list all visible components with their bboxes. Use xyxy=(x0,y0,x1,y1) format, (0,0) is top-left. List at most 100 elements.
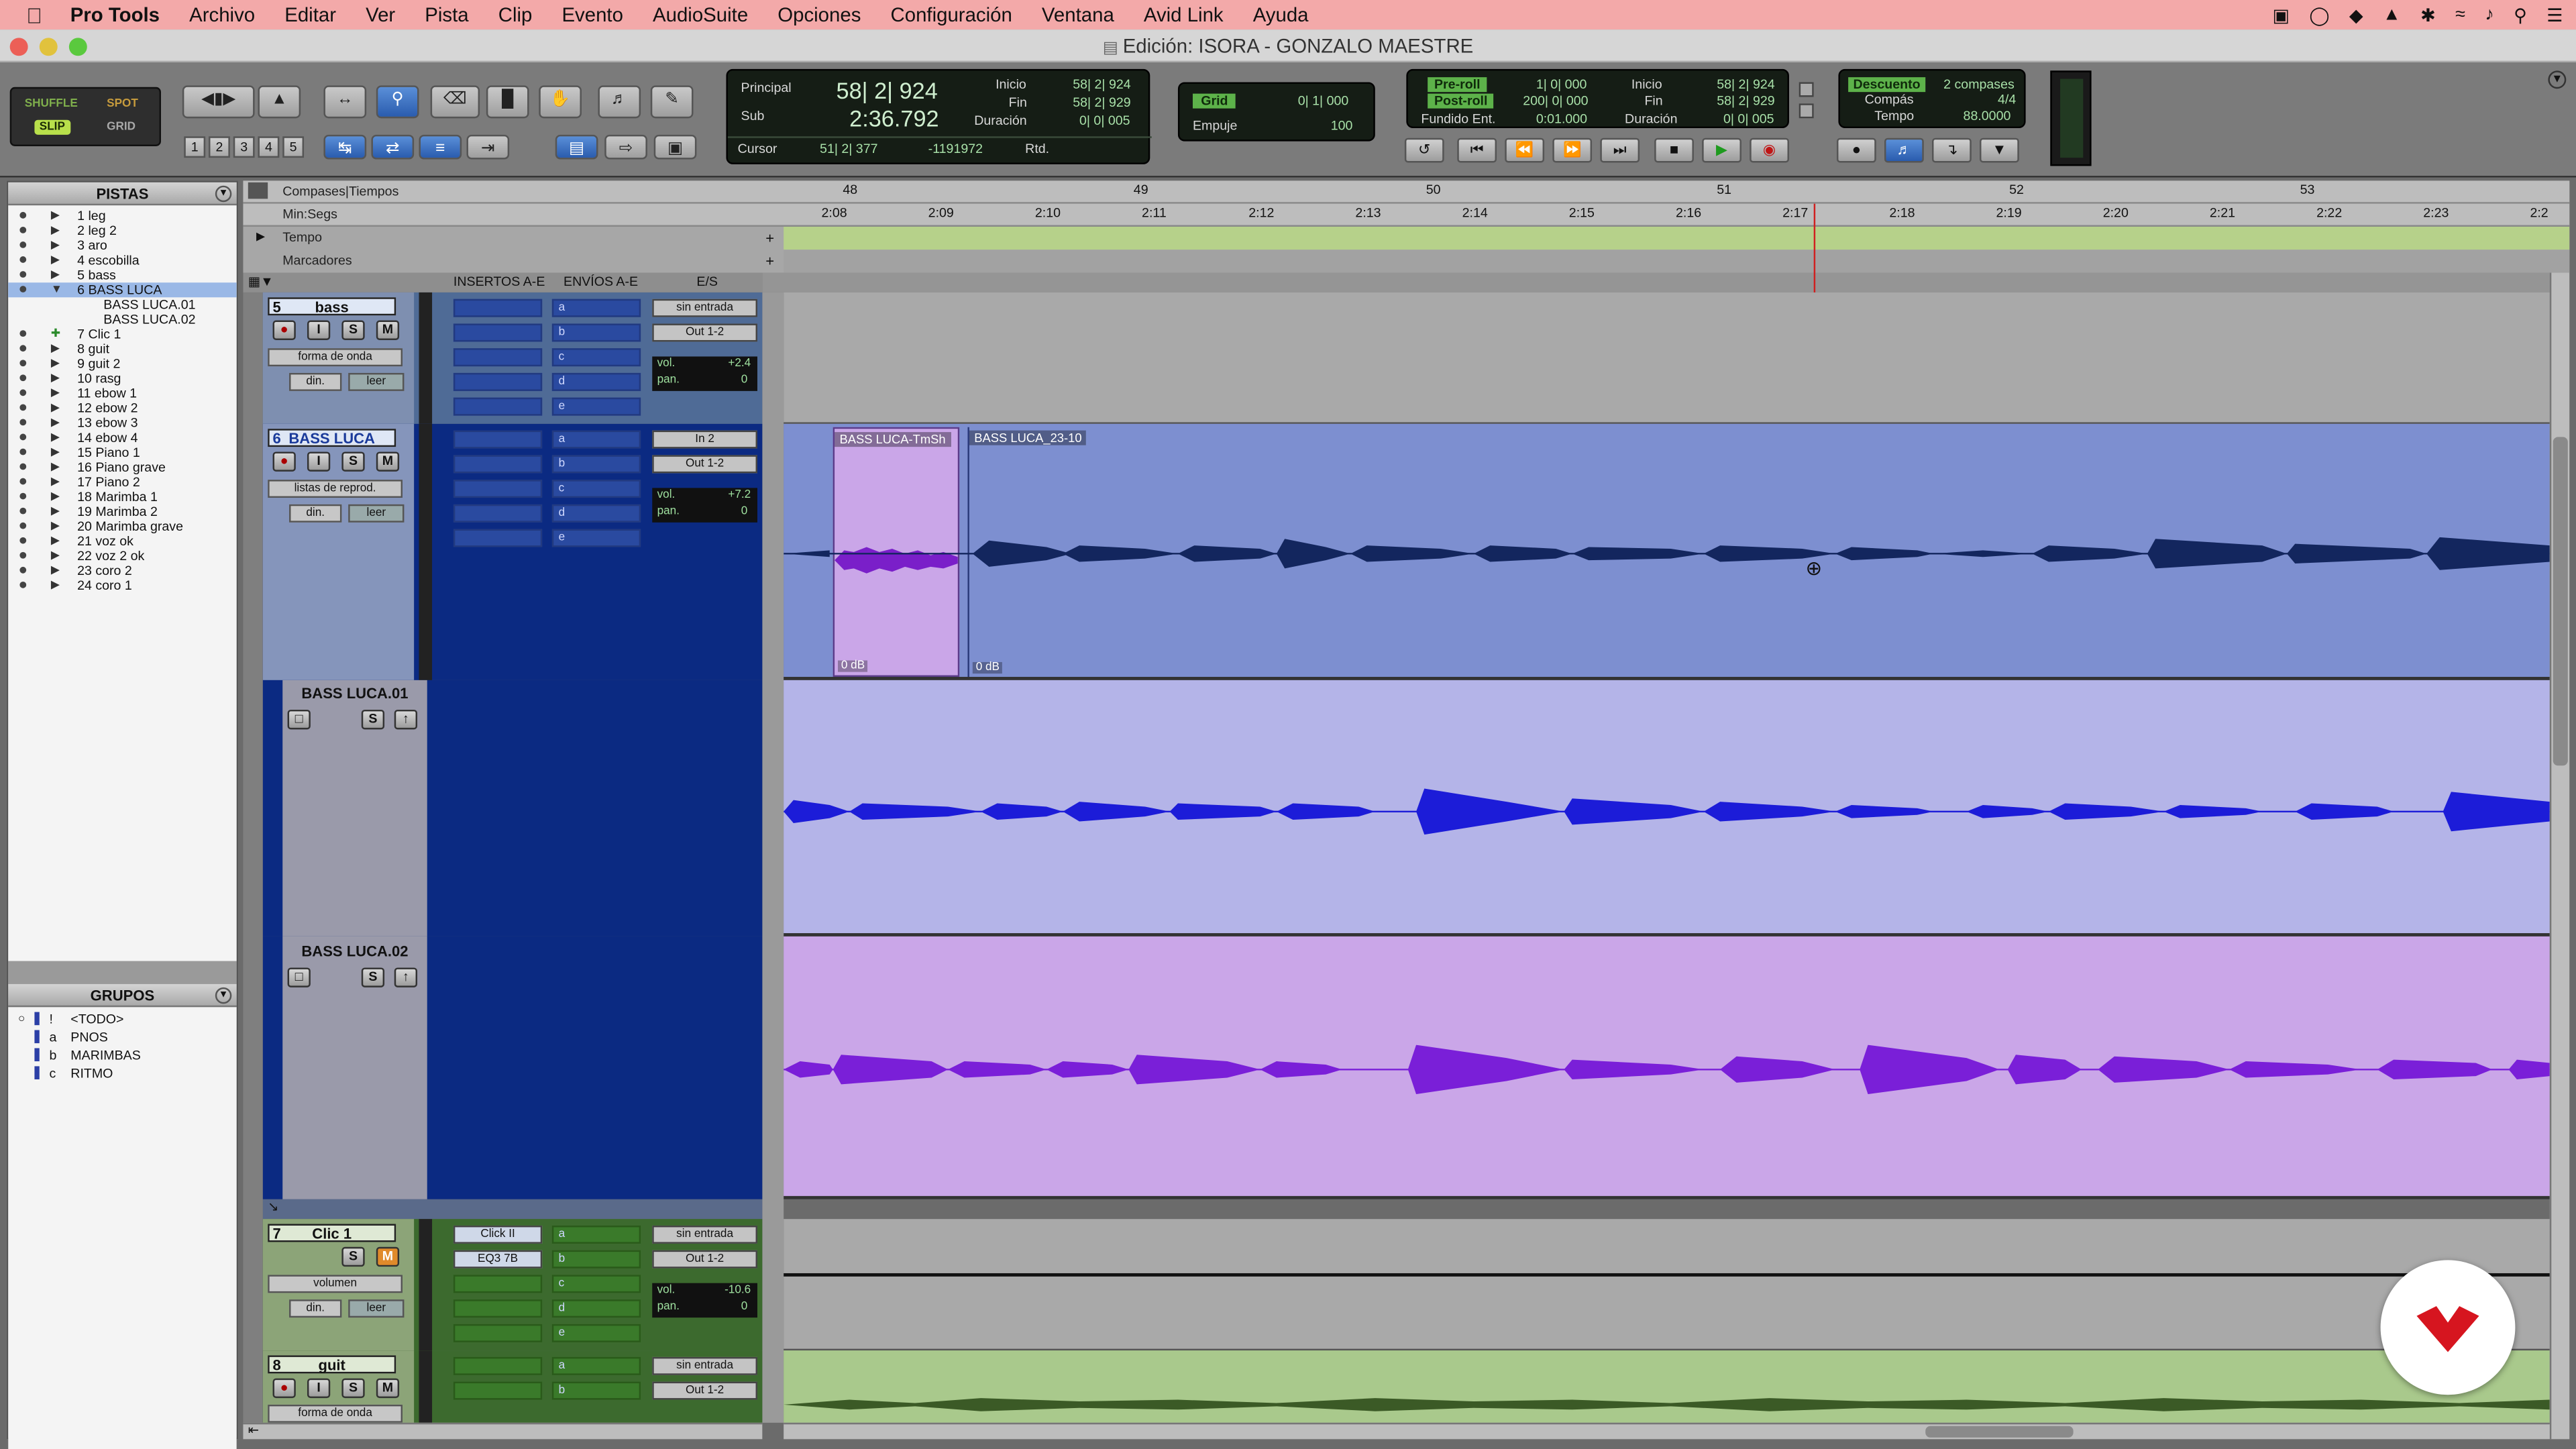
insert-slot[interactable] xyxy=(453,397,543,416)
scrubber-tool-icon[interactable]: ♬ xyxy=(598,85,641,119)
clip-gain[interactable]: 0 dB xyxy=(837,660,869,672)
link-track-icon[interactable]: ≡ xyxy=(419,134,462,160)
track-list-item[interactable]: ▶ 18 Marimba 1 xyxy=(8,490,236,504)
automation-mode[interactable]: leer xyxy=(348,1299,405,1318)
horizontal-scrollbar[interactable] xyxy=(784,1422,2550,1440)
output-selector[interactable]: Out 1-2 xyxy=(652,323,757,342)
postroll-value[interactable]: 200| 0| 000 xyxy=(1523,94,1588,109)
track-list-item[interactable]: ▶ 11 ebow 1 xyxy=(8,386,236,401)
automation-din[interactable]: din. xyxy=(289,372,342,391)
insertion-follows-icon[interactable]: ⇥ xyxy=(466,134,510,160)
volume-icon[interactable]: ♪ xyxy=(2485,5,2493,24)
track-list-item[interactable]: ▶ 4 escobilla xyxy=(8,253,236,268)
bluetooth-icon[interactable]: ✱ xyxy=(2420,4,2436,25)
lane-clic-1[interactable] xyxy=(784,1219,2550,1351)
send-slot[interactable]: a xyxy=(551,1356,641,1375)
fade-value[interactable]: 0:01.000 xyxy=(1536,112,1587,127)
zoom-preset-2[interactable]: 2 xyxy=(209,136,230,158)
link-timeline-icon[interactable]: ⇄ xyxy=(371,134,415,160)
track-list-item-selected[interactable]: ▼ 6 BASS LUCA xyxy=(8,282,237,298)
playlist-select-icon[interactable]: □ xyxy=(287,967,311,987)
add-marker-icon[interactable]: + xyxy=(765,253,774,269)
track-list-item[interactable]: ▶ 2 leg 2 xyxy=(8,223,236,238)
relative-grid-icon[interactable]: ⇨ xyxy=(604,134,647,160)
mirror-midi-icon[interactable]: ▤ xyxy=(555,134,598,160)
input-monitor-button[interactable]: I xyxy=(307,451,331,472)
track-name[interactable]: 6 BASS LUCA xyxy=(268,429,396,447)
insert-slot[interactable] xyxy=(453,1324,543,1342)
play-icon[interactable]: ▶ xyxy=(1702,138,1741,163)
automation-din[interactable]: din. xyxy=(289,1299,342,1318)
track-view-selector[interactable]: volumen xyxy=(268,1275,403,1293)
playlist-promote-icon[interactable]: ↑ xyxy=(394,709,418,730)
send-slot[interactable]: a xyxy=(551,299,641,317)
group-list-item[interactable]: a PNOS xyxy=(8,1028,236,1046)
zoomer-tool-icon[interactable]: ⚲ xyxy=(376,85,419,119)
zoom-preset-1[interactable]: 1 xyxy=(184,136,206,158)
send-slot[interactable]: a xyxy=(551,1225,641,1244)
track-list-item[interactable]: ▶ 8 guit xyxy=(8,341,236,356)
tracks-menu-icon[interactable]: ▼ xyxy=(215,185,232,203)
tab-to-transients-icon[interactable]: ↹ xyxy=(323,134,367,160)
track-name[interactable]: 8 guit xyxy=(268,1355,396,1374)
markers-ruler[interactable]: Marcadores + xyxy=(243,250,2570,273)
output-selector[interactable]: Out 1-2 xyxy=(652,1381,757,1400)
menu-ayuda[interactable]: Ayuda xyxy=(1238,3,1324,26)
group-list-item[interactable]: c RITMO xyxy=(8,1065,236,1083)
insert-eq3-7b[interactable]: EQ3 7B xyxy=(453,1250,543,1269)
menu-editar[interactable]: Editar xyxy=(270,3,351,26)
fast-forward-icon[interactable]: ⏩ xyxy=(1552,138,1593,163)
show-hide-icon[interactable]: ⇤ xyxy=(248,1423,259,1438)
menu-configuracion[interactable]: Configuración xyxy=(875,3,1026,26)
send-slot[interactable]: d xyxy=(551,504,641,523)
insert-click-ii[interactable]: Click II xyxy=(453,1225,543,1244)
lane-guit[interactable] xyxy=(784,1350,2550,1423)
solo-button[interactable]: S xyxy=(341,1246,365,1267)
playlist-name[interactable]: BASS LUCA.01 xyxy=(282,685,427,703)
track-list-item[interactable]: ▶ 19 Marimba 2 xyxy=(8,504,236,519)
link-toggle-icon[interactable] xyxy=(1799,103,1814,119)
preroll-label[interactable]: Pre-roll xyxy=(1428,77,1487,93)
track-list-item[interactable]: ▶ 10 rasg xyxy=(8,371,236,386)
return-to-zero-icon[interactable]: ⏮ xyxy=(1457,138,1497,163)
grid-label[interactable]: Grid xyxy=(1192,93,1236,109)
fin-value[interactable]: 58| 2| 929 xyxy=(1073,95,1130,110)
insert-slot[interactable] xyxy=(453,348,543,367)
send-slot[interactable]: a xyxy=(551,430,641,449)
send-slot[interactable]: c xyxy=(551,348,641,367)
output-selector[interactable]: Out 1-2 xyxy=(652,1250,757,1269)
send-slot[interactable]: b xyxy=(551,455,641,474)
tempo-value[interactable]: 88.0000 xyxy=(1964,109,2011,123)
input-selector[interactable]: In 2 xyxy=(652,430,757,449)
insert-slot[interactable] xyxy=(453,480,543,498)
solo-button[interactable]: S xyxy=(341,451,365,472)
mode-shuffle[interactable]: SHUFFLE xyxy=(19,97,83,111)
tc-duracion-value[interactable]: 0| 0| 005 xyxy=(1723,112,1774,127)
minimize-window-button[interactable] xyxy=(39,38,58,56)
list-icon[interactable]: ☰ xyxy=(2546,4,2563,25)
wifi-icon[interactable]: ≈ xyxy=(2455,5,2465,24)
metronome-icon[interactable]: ♬ xyxy=(1884,138,1924,163)
send-slot[interactable]: b xyxy=(551,1250,641,1269)
go-to-end-icon[interactable]: ⏭ xyxy=(1600,138,1640,163)
countoff-label[interactable]: Descuento xyxy=(1848,77,1925,93)
zoom-preset-5[interactable]: 5 xyxy=(282,136,305,158)
close-window-button[interactable] xyxy=(9,38,28,56)
track-list-item[interactable]: ▶ 14 ebow 4 xyxy=(8,431,236,445)
insert-slot[interactable] xyxy=(453,1381,543,1400)
bars-beats-ruler[interactable]: Compases|Tiempos 48 49 50 51 52 53 xyxy=(243,180,2570,204)
vol-pan-display[interactable]: vol. +7.2 pan. 0 xyxy=(652,488,757,523)
automation-mode[interactable]: leer xyxy=(348,372,405,391)
window-config-icon[interactable]: ▣ xyxy=(653,134,697,160)
mute-button[interactable]: M xyxy=(376,320,400,340)
selector-tool-icon[interactable]: █ xyxy=(486,85,529,119)
input-selector[interactable]: sin entrada xyxy=(652,1356,757,1375)
sync-icon[interactable]: ◯ xyxy=(2309,4,2329,25)
groups-menu-icon[interactable]: ▼ xyxy=(215,987,232,1004)
grid-value[interactable]: 0| 1| 000 xyxy=(1298,94,1349,109)
send-slot[interactable]: c xyxy=(551,480,641,498)
menu-app[interactable]: Pro Tools xyxy=(56,3,174,26)
track-view-selector[interactable]: listas de reprod. xyxy=(268,480,403,498)
tempo-ruler[interactable]: ▶ Tempo + xyxy=(243,226,2570,250)
automation-din[interactable]: din. xyxy=(289,504,342,523)
